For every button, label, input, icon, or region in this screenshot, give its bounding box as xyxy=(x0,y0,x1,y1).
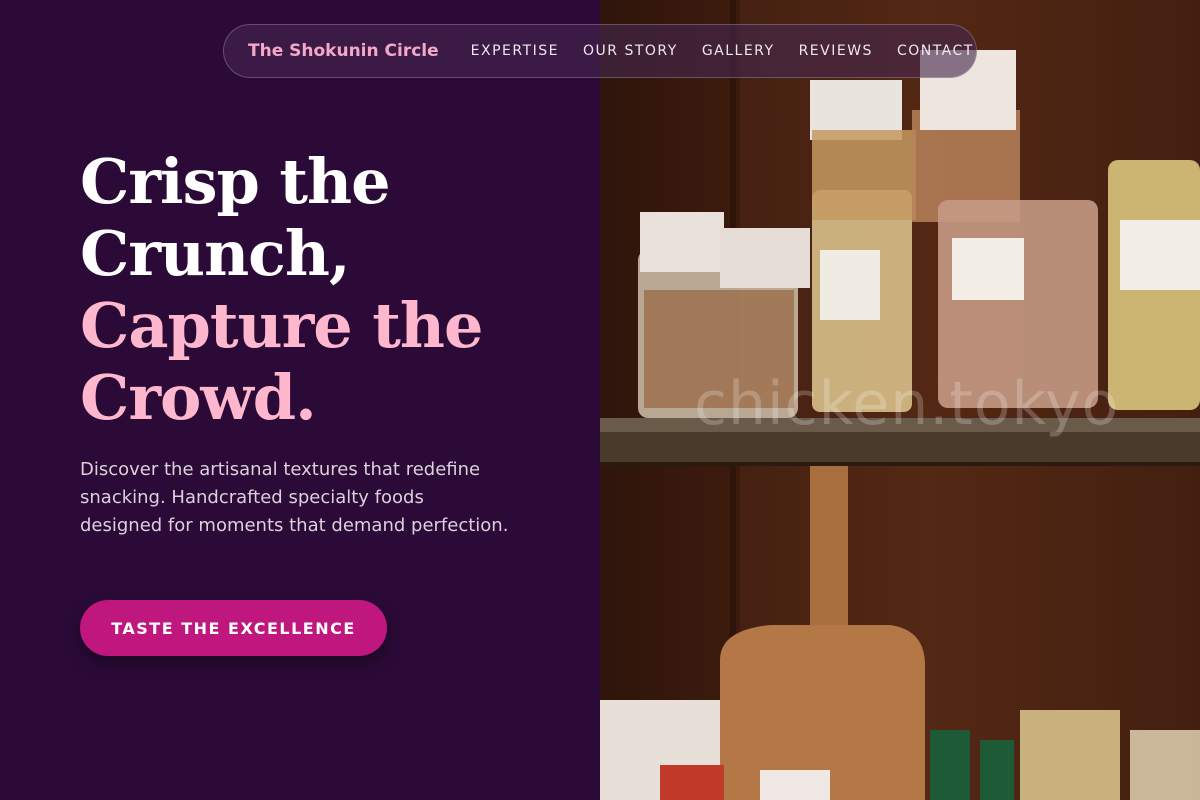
nav-link-our-story[interactable]: OUR STORY xyxy=(583,43,678,59)
headline-line-1: Crisp the xyxy=(80,145,391,218)
taste-excellence-button[interactable]: TASTE THE EXCELLENCE xyxy=(80,600,387,656)
nav-link-reviews[interactable]: REVIEWS xyxy=(799,43,873,59)
brand-logo-link[interactable]: The Shokunin Circle xyxy=(248,41,439,61)
hero-photo: chicken.tokyo xyxy=(600,0,1200,800)
hero-description: Discover the artisanal textures that red… xyxy=(80,459,509,536)
watermark-text: chicken.tokyo xyxy=(694,369,1120,439)
top-navigation: The Shokunin Circle EXPERTISE OUR STORY … xyxy=(223,24,977,78)
headline-line-4: Crowd. xyxy=(80,361,317,434)
headline-line-3: Capture the xyxy=(80,289,483,362)
hero-headline: Crisp the Crunch, Capture the Crowd. xyxy=(80,146,580,434)
nav-link-expertise[interactable]: EXPERTISE xyxy=(471,43,559,59)
headline-line-2: Crunch, xyxy=(80,217,351,290)
nav-link-gallery[interactable]: GALLERY xyxy=(702,43,775,59)
nav-link-contact[interactable]: CONTACT xyxy=(897,43,974,59)
